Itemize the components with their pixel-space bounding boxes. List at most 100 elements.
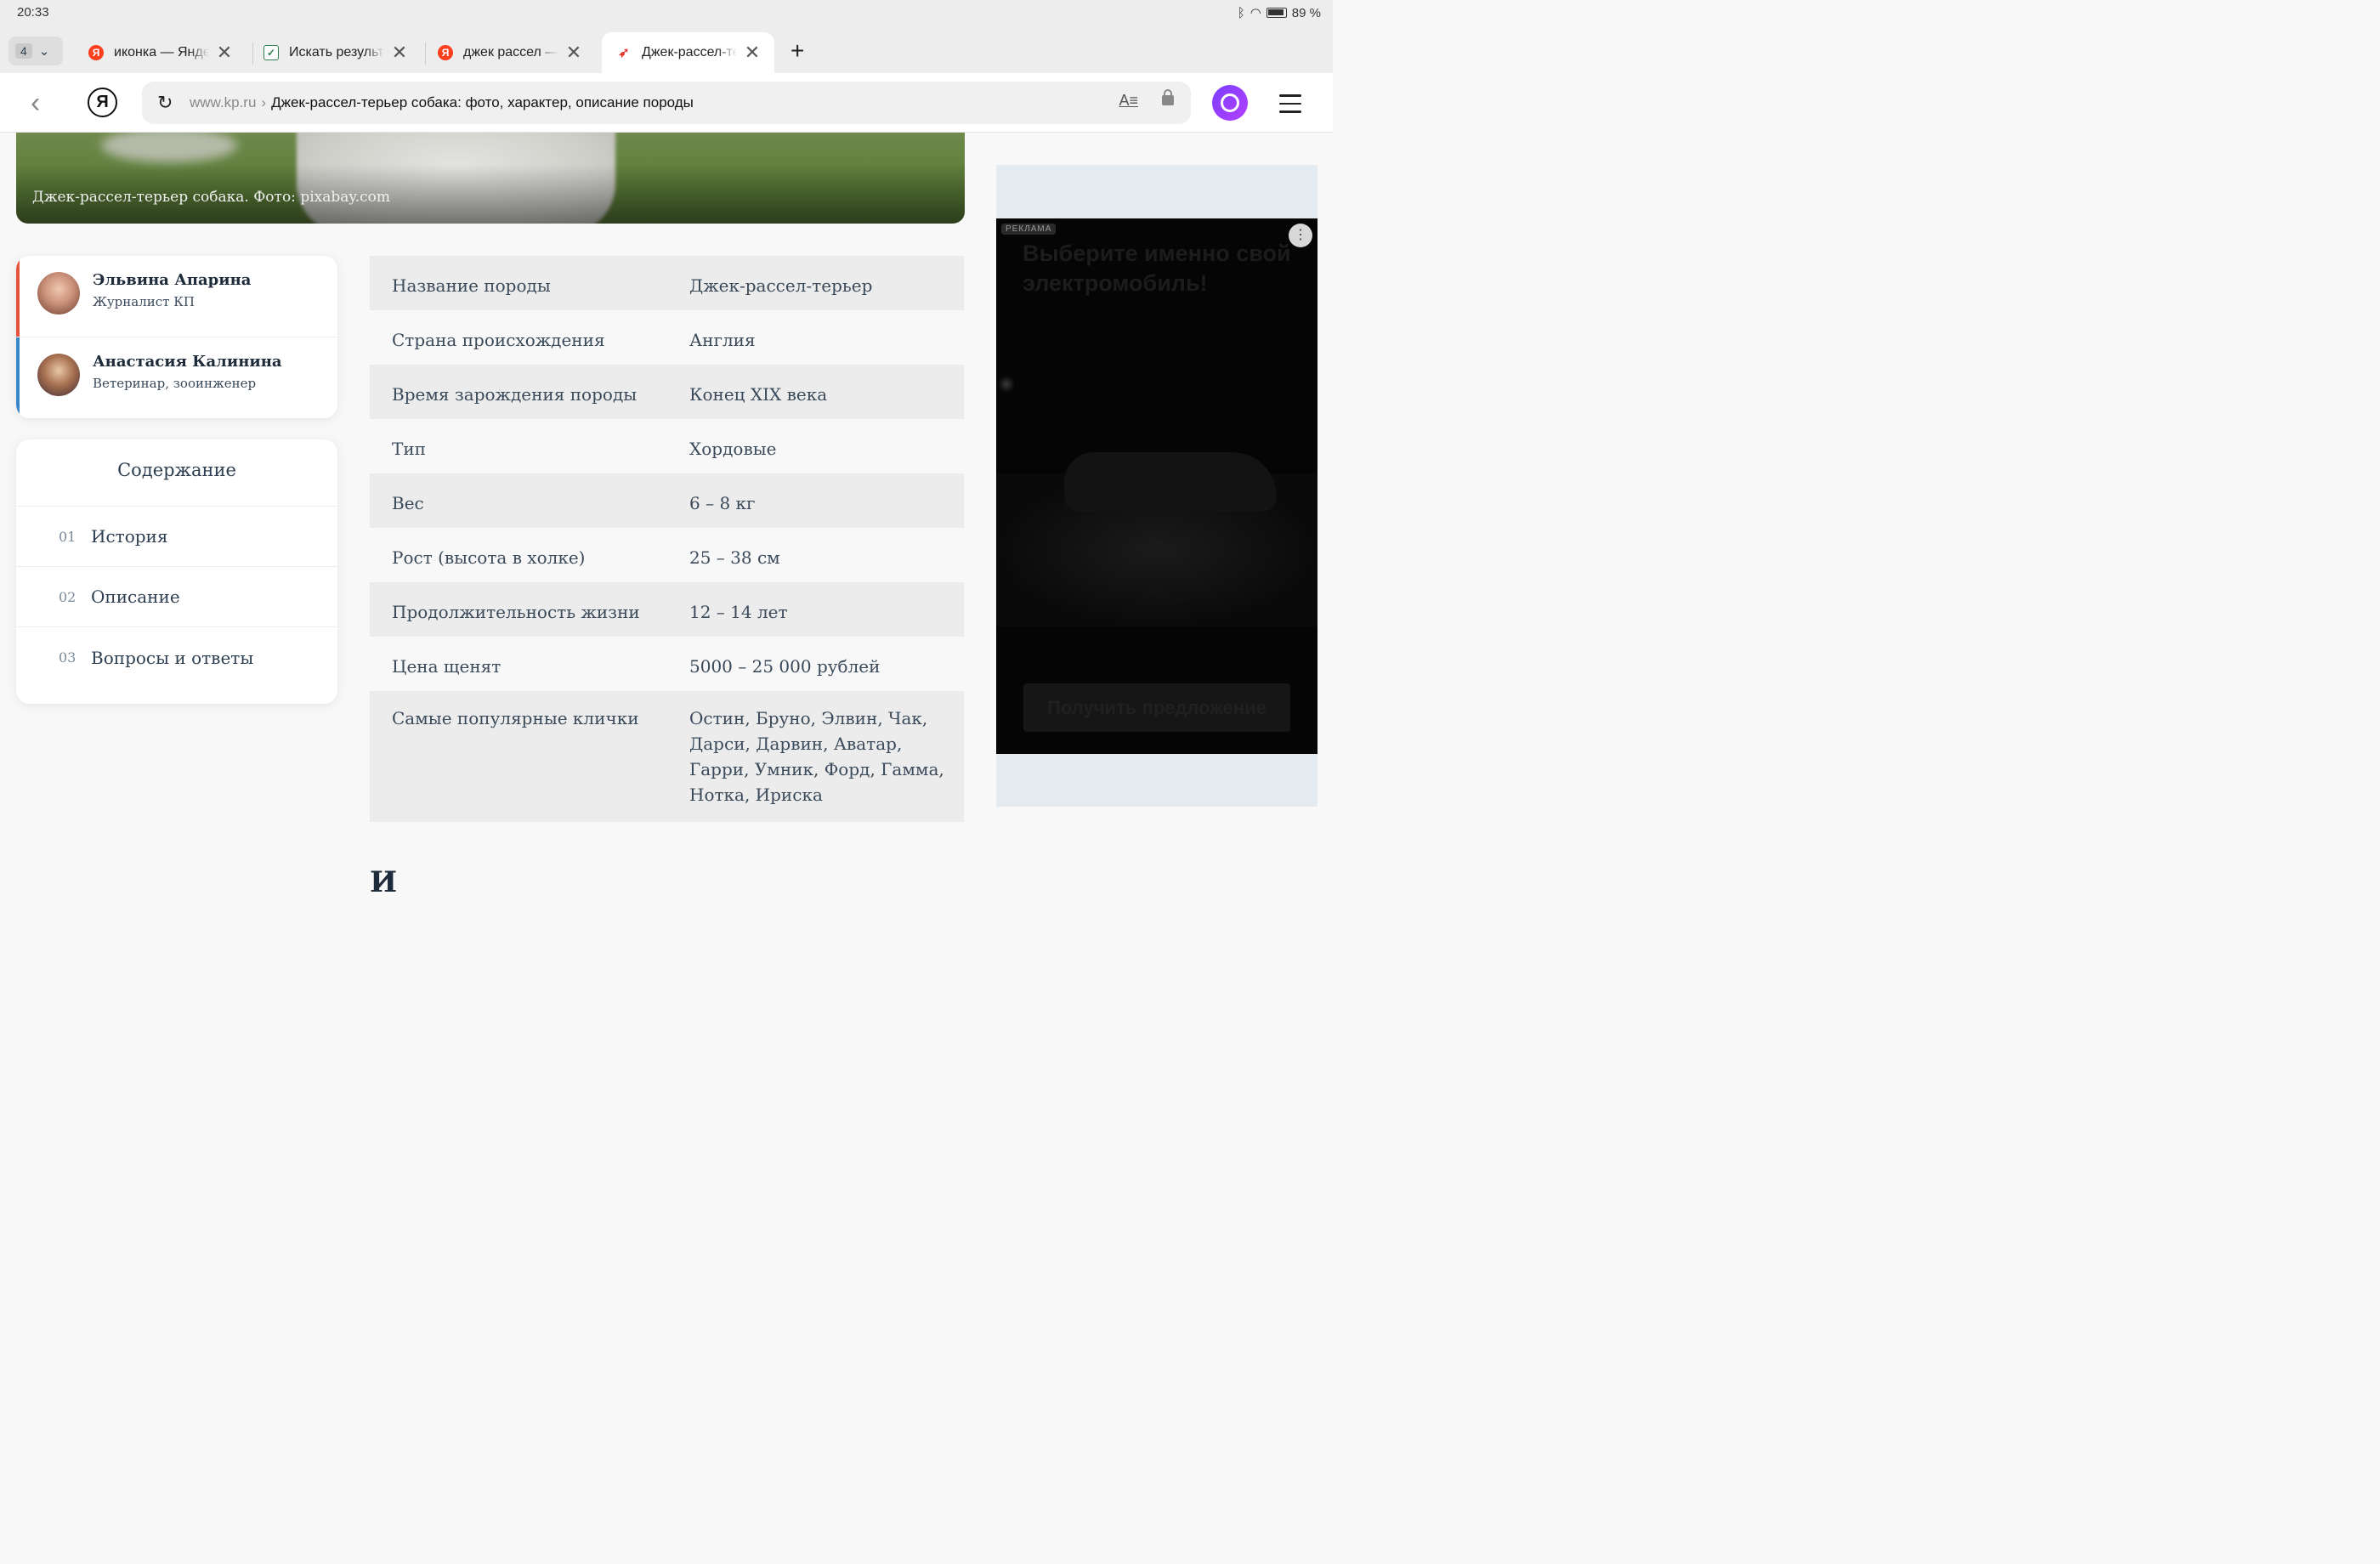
row-value: Остин, Бруно, Элвин, Чак, Дарси, Дарвин,… (689, 708, 944, 805)
table-row: Цена щенят 5000 – 25 000 рублей (370, 637, 964, 691)
author-item[interactable]: Эльвина Апарина Журналист КП (16, 256, 337, 337)
toc-item-description[interactable]: 02 Описание (16, 567, 337, 627)
avatar (37, 354, 80, 396)
row-key: Время зарождения породы (392, 384, 638, 405)
dog-photo-blur (101, 133, 237, 162)
tab-title: Джек-рассел-терьер (642, 45, 737, 60)
reader-mode-icon[interactable]: A≡ (1119, 92, 1138, 110)
close-tab-icon[interactable]: ✕ (744, 42, 761, 64)
get-offer-button[interactable]: Получить предложение (1023, 683, 1290, 732)
toc-number: 03 (59, 649, 76, 666)
url-domain: www.kp.ru (190, 94, 257, 110)
breed-info-table: Название породы Джек-рассел-терьер Стран… (370, 256, 964, 822)
status-icons: ᛒ ◠ 89 % (1237, 5, 1321, 21)
toc-number: 02 (59, 588, 76, 605)
clock: 20:33 (17, 5, 49, 20)
bluetooth-icon: ᛒ (1237, 5, 1245, 20)
table-of-contents: Содержание 01 История 02 Описание 03 Воп… (16, 439, 337, 704)
row-value: Конец XIX века (689, 384, 828, 405)
author-name: Анастасия Калинина (93, 353, 282, 371)
toc-label: Описание (91, 586, 180, 607)
tab-title: Искать результаты (289, 45, 384, 60)
table-row: Время зарождения породы Конец XIX века (370, 365, 964, 419)
yandex-favicon-icon: Я (438, 45, 453, 60)
search-favicon-icon: ✓ (264, 45, 279, 60)
hamburger-menu-icon[interactable] (1279, 94, 1301, 119)
table-row: Рост (высота в холке) 25 – 38 см (370, 528, 964, 582)
author-name: Эльвина Апарина (93, 271, 252, 289)
hero-caption: Джек-рассел-терьер собака. Фото: pixabay… (32, 189, 390, 206)
reload-icon[interactable]: ↻ (157, 92, 178, 114)
hero-image: Джек-рассел-терьер собака. Фото: pixabay… (16, 133, 965, 224)
row-key: Продолжительность жизни (392, 602, 640, 622)
author-role: Журналист КП (93, 294, 195, 309)
ad-label: РЕКЛАМА (1001, 224, 1057, 235)
tab-title: джек рассел — Яндекс (463, 45, 558, 60)
new-tab-button[interactable]: + (790, 37, 804, 65)
authors-card: Эльвина Апарина Журналист КП Анастасия К… (16, 256, 337, 418)
toc-label: Вопросы и ответы (91, 647, 254, 668)
toc-label: История (91, 526, 168, 547)
table-row: Тип Хордовые (370, 419, 964, 473)
section-heading: И (370, 865, 398, 899)
kp-favicon-icon: ➶ (618, 46, 630, 60)
close-tab-icon[interactable]: ✕ (216, 42, 233, 64)
url-separator: › (261, 94, 267, 110)
tab-3[interactable]: Я джек рассел — Яндекс ✕ (438, 32, 582, 73)
battery-icon (1266, 8, 1287, 18)
tab-divider (425, 42, 426, 65)
row-value: 12 – 14 лет (689, 602, 788, 622)
chevron-down-icon: ⌄ (38, 44, 50, 59)
row-value: Хордовые (689, 439, 777, 459)
author-accent-bar (16, 256, 20, 337)
table-row: Страна происхождения Англия (370, 310, 964, 365)
author-role: Ветеринар, зооинженер (93, 376, 257, 391)
row-value: Англия (689, 330, 756, 350)
row-value: 25 – 38 см (689, 547, 780, 568)
table-row: Вес 6 – 8 кг (370, 473, 964, 528)
toc-number: 01 (59, 528, 76, 545)
lock-icon[interactable] (1162, 89, 1174, 105)
tab-2[interactable]: ✓ Искать результаты ✕ (264, 32, 408, 73)
row-value: 6 – 8 кг (689, 493, 756, 513)
tab-1[interactable]: Я иконка — Яндекс ✕ (88, 32, 233, 73)
yandex-logo-icon[interactable]: Я (88, 88, 117, 117)
close-tab-icon[interactable]: ✕ (391, 42, 408, 64)
tab-4-active[interactable]: ➶ Джек-рассел-терьер ✕ (602, 32, 774, 73)
status-bar: 20:33 ᛒ ◠ 89 % (0, 0, 1333, 27)
back-arrow-icon[interactable]: ‹ (31, 87, 40, 120)
row-key: Вес (392, 493, 424, 513)
author-accent-bar (16, 337, 20, 418)
tab-title: иконка — Яндекс (114, 45, 209, 60)
row-value: 5000 – 25 000 рублей (689, 656, 881, 677)
ad-headline: Выберите именно свой электромобиль! (1023, 241, 1291, 296)
tab-count: 4 (15, 43, 32, 59)
battery-level: 89 % (1291, 5, 1321, 20)
row-key: Рост (высота в холке) (392, 547, 586, 568)
row-key: Цена щенят (392, 656, 502, 677)
navigation-bar: ‹ Я ↻ www.kp.ru › Джек-рассел-терьер соб… (0, 73, 1333, 133)
tab-strip: 4 ⌄ Я иконка — Яндекс ✕ ✓ Искать результ… (0, 27, 1333, 73)
address-bar[interactable]: ↻ www.kp.ru › Джек-рассел-терьер собака:… (142, 82, 1191, 124)
avatar (37, 272, 80, 314)
page-title: Джек-рассел-терьер собака: фото, характе… (271, 94, 694, 110)
toc-title: Содержание (16, 439, 337, 507)
author-item[interactable]: Анастасия Калинина Ветеринар, зооинженер (16, 337, 337, 418)
alice-assistant-icon[interactable] (1212, 85, 1248, 121)
table-row: Продолжительность жизни 12 – 14 лет (370, 582, 964, 637)
row-key: Тип (392, 439, 426, 459)
row-key: Самые популярные клички (392, 708, 639, 728)
ad-banner[interactable]: РЕКЛАМА ⋮ Выберите именно свой электромо… (996, 218, 1318, 754)
tab-divider (252, 42, 253, 65)
table-row: Самые популярные клички Остин, Бруно, Эл… (370, 691, 964, 822)
row-value: Джек-рассел-терьер (689, 275, 873, 296)
close-tab-icon[interactable]: ✕ (565, 42, 582, 64)
table-row: Название породы Джек-рассел-терьер (370, 256, 964, 310)
toc-item-faq[interactable]: 03 Вопросы и ответы (16, 627, 337, 688)
row-key: Страна происхождения (392, 330, 605, 350)
tab-switcher-button[interactable]: 4 ⌄ (8, 37, 63, 65)
wifi-icon: ◠ (1250, 6, 1261, 20)
toc-item-history[interactable]: 01 История (16, 507, 337, 567)
row-key: Название породы (392, 275, 551, 296)
yandex-favicon-icon: Я (88, 45, 104, 60)
